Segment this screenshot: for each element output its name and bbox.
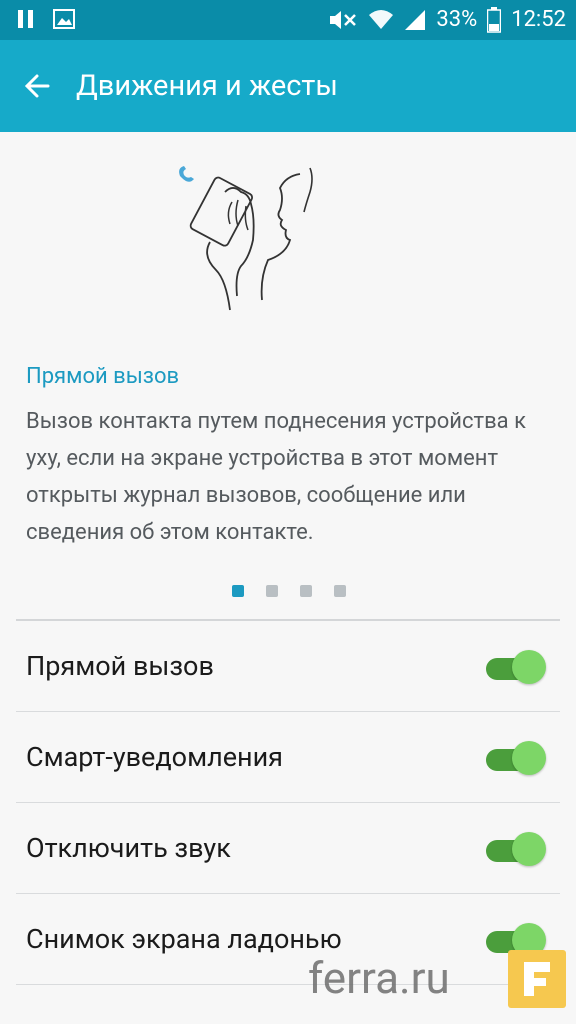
setting-palm-swipe[interactable]: Снимок экрана ладонью <box>16 894 560 985</box>
setting-label: Отключить звук <box>26 832 231 864</box>
page-dot-1[interactable] <box>232 585 244 597</box>
image-notification-icon <box>53 9 75 29</box>
app-bar: Движения и жесты <box>0 40 576 132</box>
clock: 12:52 <box>511 7 566 32</box>
back-button[interactable] <box>18 66 58 106</box>
setting-mute[interactable]: Отключить звук <box>16 803 560 894</box>
back-arrow-icon <box>24 74 50 98</box>
tutorial-description: Вызов контакта путем поднесения устройст… <box>26 409 526 545</box>
setting-label: Снимок экрана ладонью <box>26 923 342 955</box>
ferra-logo-icon <box>524 962 550 996</box>
page-dot-3[interactable] <box>300 585 312 597</box>
setting-smart-alert[interactable]: Смарт-уведомления <box>16 712 560 803</box>
setting-label: Прямой вызов <box>26 650 214 682</box>
tutorial-title: Прямой вызов <box>26 364 180 389</box>
signal-icon <box>405 10 426 30</box>
battery-percent: 33% <box>436 7 478 32</box>
settings-list: Прямой вызов Смарт-уведомления Отключить… <box>16 621 560 985</box>
wifi-icon <box>369 10 394 29</box>
direct-call-toggle[interactable] <box>486 650 546 684</box>
setting-label: Смарт-уведомления <box>26 741 283 773</box>
page-title: Движения и жесты <box>76 69 338 103</box>
page-indicator[interactable] <box>232 585 346 597</box>
watermark-logo <box>508 950 566 1008</box>
page-dot-2[interactable] <box>266 585 278 597</box>
direct-call-illustration <box>179 166 313 311</box>
mute-icon <box>330 11 357 29</box>
battery-icon <box>487 7 502 33</box>
watermark-text: ferra.ru <box>308 952 450 1004</box>
page-dot-4[interactable] <box>334 585 346 597</box>
mute-toggle[interactable] <box>486 832 546 866</box>
pause-icon <box>18 10 33 28</box>
status-bar: 33% 12:52 <box>0 0 576 40</box>
setting-direct-call[interactable]: Прямой вызов <box>16 621 560 712</box>
smart-alert-toggle[interactable] <box>486 741 546 775</box>
